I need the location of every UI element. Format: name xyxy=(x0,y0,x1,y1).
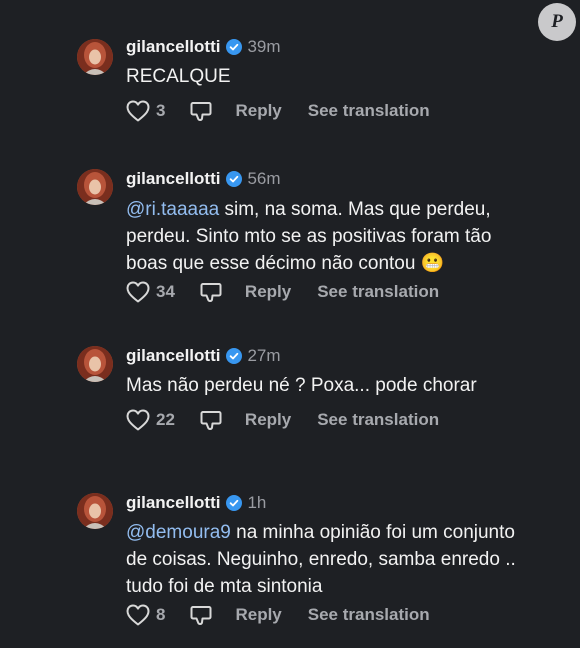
username[interactable]: gilancellotti xyxy=(126,169,220,189)
comment-text: Mas não perdeu né ? Poxa... pode chorar xyxy=(126,372,477,399)
comment-text-fragment: na minha opinião foi um conjunto xyxy=(230,522,515,543)
comment-text: @demoura9 na minha opinião foi um conjun… xyxy=(126,519,516,600)
timestamp: 56m xyxy=(247,169,281,188)
timestamp: 39m xyxy=(247,37,281,56)
comment-actions: 3 Reply See translation xyxy=(126,99,430,123)
username[interactable]: gilancellotti xyxy=(126,493,220,513)
dislike-icon[interactable] xyxy=(189,99,213,123)
see-translation-button[interactable]: See translation xyxy=(317,410,439,430)
reply-button[interactable]: Reply xyxy=(235,605,281,625)
comment-header: gilancellotti 39m xyxy=(126,35,281,59)
like-count: 34 xyxy=(156,282,175,301)
comment-text-line: @ri.taaaaa sim, na soma. Mas que perdeu, xyxy=(126,196,491,223)
reply-button[interactable]: Reply xyxy=(245,282,291,302)
comment-text-line: perdeu. Sinto mto se as positivas foram … xyxy=(126,226,492,247)
comment-actions: 34 Reply See translation xyxy=(126,280,439,304)
comment-text-line: @demoura9 na minha opinião foi um conjun… xyxy=(126,519,516,546)
see-translation-button[interactable]: See translation xyxy=(317,282,439,302)
verified-badge-icon xyxy=(226,348,243,364)
watermark-letter: P xyxy=(551,11,563,32)
heart-icon[interactable] xyxy=(126,280,150,304)
dislike-icon[interactable] xyxy=(189,603,213,627)
verified-badge-icon xyxy=(226,495,243,511)
reply-button[interactable]: Reply xyxy=(235,101,281,121)
comment-text-line: de coisas. Neguinho, enredo, samba enred… xyxy=(126,549,516,570)
like-count: 3 xyxy=(156,101,166,120)
comment-header: gilancellotti 56m xyxy=(126,167,281,191)
verified-badge-icon xyxy=(226,171,243,187)
comment-text: @ri.taaaaa sim, na soma. Mas que perdeu,… xyxy=(126,196,491,277)
timestamp: 27m xyxy=(247,346,281,365)
see-translation-button[interactable]: See translation xyxy=(308,101,430,121)
comment-text-line: boas que esse décimo não contou 😬 xyxy=(126,253,445,274)
like-count: 8 xyxy=(156,605,166,624)
username[interactable]: gilancellotti xyxy=(126,37,220,57)
mention-link[interactable]: @ri.taaaaa xyxy=(126,199,219,220)
dislike-icon[interactable] xyxy=(199,408,223,432)
comment-header: gilancellotti 1h xyxy=(126,491,266,515)
watermark-logo: P xyxy=(538,3,576,41)
username[interactable]: gilancellotti xyxy=(126,346,220,366)
comment-text-line: Mas não perdeu né ? Poxa... pode chorar xyxy=(126,375,477,396)
dislike-icon[interactable] xyxy=(199,280,223,304)
avatar[interactable] xyxy=(77,39,113,75)
comment-actions: 22 Reply See translation xyxy=(126,408,439,432)
heart-icon[interactable] xyxy=(126,99,150,123)
mention-link[interactable]: @demoura9 xyxy=(126,522,231,543)
comment-text: RECALQUE xyxy=(126,63,231,90)
heart-icon[interactable] xyxy=(126,408,150,432)
avatar[interactable] xyxy=(77,346,113,382)
verified-badge-icon xyxy=(226,39,243,55)
reply-button[interactable]: Reply xyxy=(245,410,291,430)
see-translation-button[interactable]: See translation xyxy=(308,605,430,625)
timestamp: 1h xyxy=(247,493,267,512)
avatar[interactable] xyxy=(77,493,113,529)
avatar[interactable] xyxy=(77,169,113,205)
comment-text-line: tudo foi de mta sintonia xyxy=(126,576,323,597)
heart-icon[interactable] xyxy=(126,603,150,627)
comment-actions: 8 Reply See translation xyxy=(126,603,430,627)
comment-header: gilancellotti 27m xyxy=(126,344,281,368)
comment-text-fragment: sim, na soma. Mas que perdeu, xyxy=(219,199,491,220)
comment-text-line: RECALQUE xyxy=(126,66,231,87)
like-count: 22 xyxy=(156,410,175,429)
